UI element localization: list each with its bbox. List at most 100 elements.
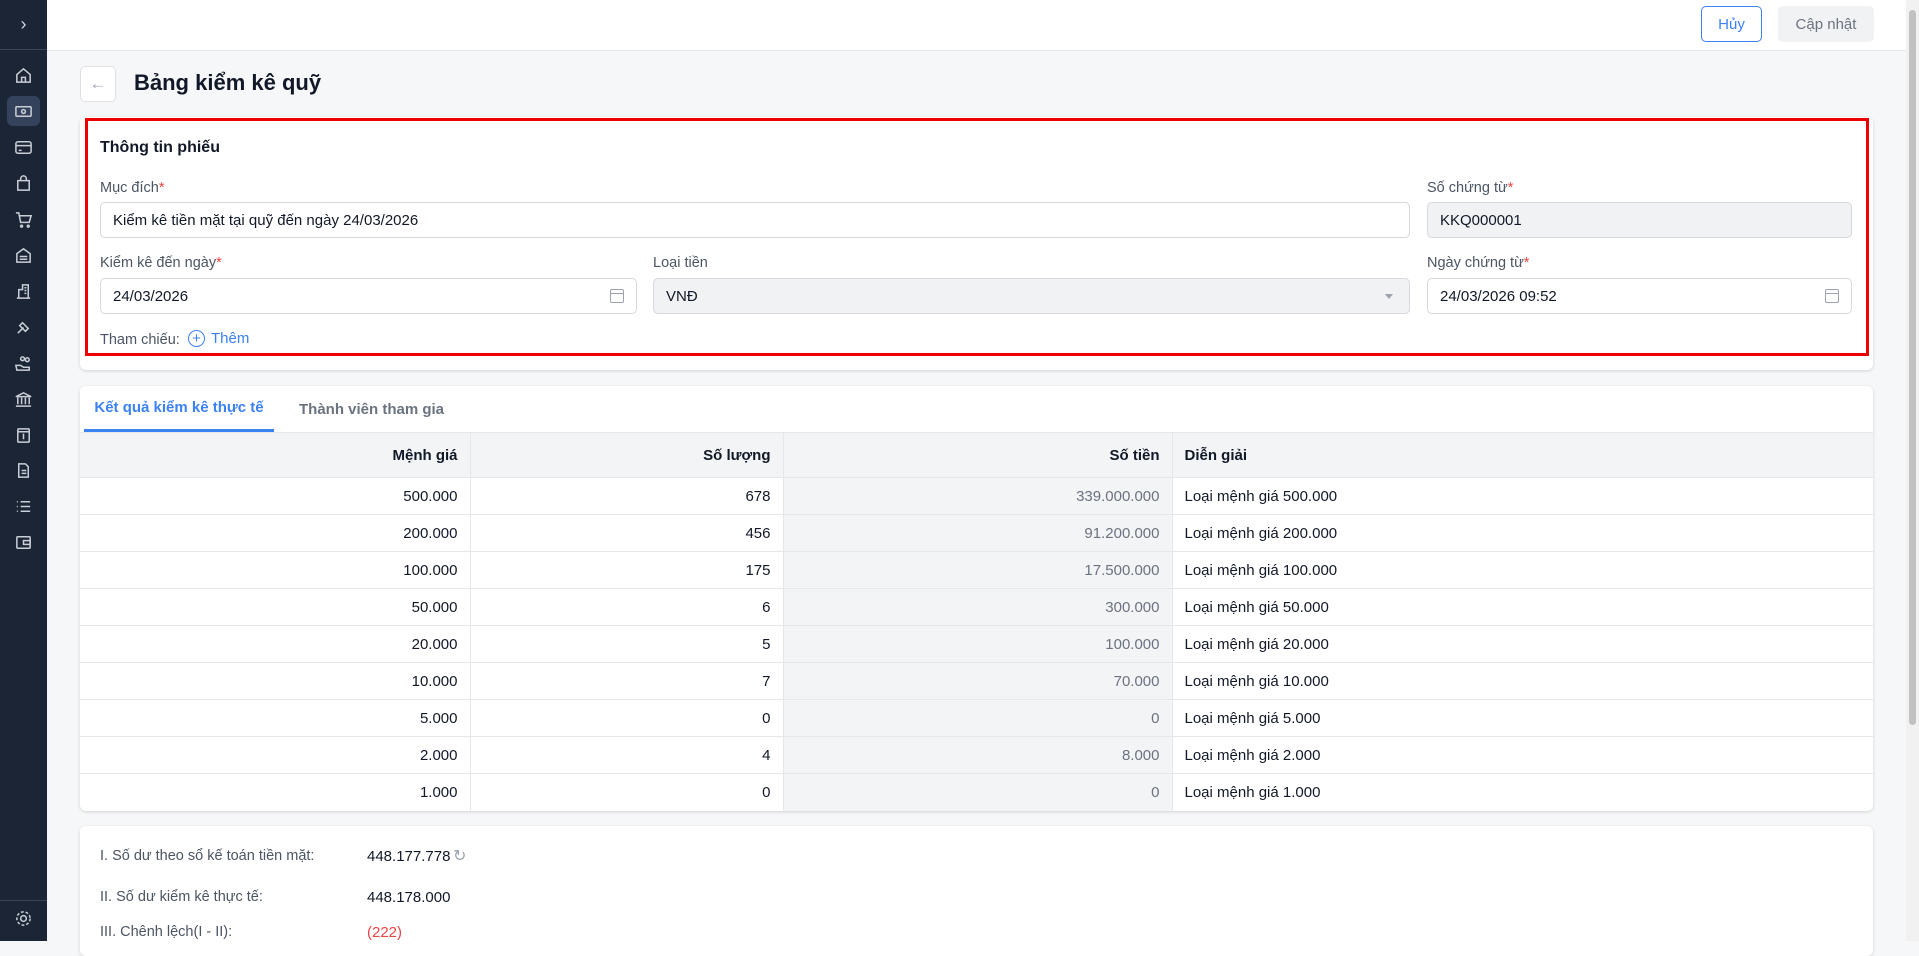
tab-members[interactable]: Thành viên tham gia — [299, 386, 444, 432]
description-cell[interactable]: Loại mệnh giá 10.000 — [1172, 662, 1873, 700]
settings-gear-icon[interactable] — [7, 903, 40, 933]
summary-card: I. Số dư theo sổ kế toán tiền mặt: 448.1… — [80, 826, 1873, 956]
reference-label: Tham chiếu: — [100, 332, 180, 348]
purpose-label: Mục đích* — [100, 180, 165, 196]
table-row: 50.000 6 300.000 Loại mệnh giá 50.000 — [80, 588, 1873, 626]
bank-icon[interactable] — [7, 384, 40, 414]
currency-label: Loại tiền — [653, 255, 708, 271]
page-scrollbar[interactable] — [1906, 0, 1919, 941]
voucher-date-label: Ngày chứng từ* — [1427, 255, 1530, 271]
currency-select[interactable]: VNĐ — [653, 278, 1410, 314]
amount-cell: 91.200.000 — [783, 514, 1173, 552]
voucher-no-label: Số chứng từ* — [1427, 180, 1514, 196]
description-cell[interactable]: Loại mệnh giá 20.000 — [1172, 625, 1873, 663]
invoice-dollar-icon[interactable] — [7, 420, 40, 450]
calendar-icon[interactable] — [1825, 289, 1839, 303]
amount-cell: 339.000.000 — [783, 477, 1173, 515]
hand-coins-icon[interactable] — [7, 348, 40, 378]
description-cell[interactable]: Loại mệnh giá 100.000 — [1172, 551, 1873, 589]
actual-balance-value: 448.178.000 — [367, 889, 451, 906]
cancel-button[interactable]: Hủy — [1701, 6, 1762, 42]
col-amount: Số tiền — [783, 432, 1173, 478]
refresh-icon[interactable]: ↻ — [453, 846, 466, 866]
description-cell[interactable]: Loại mệnh giá 200.000 — [1172, 514, 1873, 552]
add-reference-button[interactable]: + Thêm — [188, 330, 249, 347]
table-row: 200.000 456 91.200.000 Loại mệnh giá 200.00… — [80, 514, 1873, 552]
denomination-cell: 10.000 — [80, 662, 471, 700]
quantity-cell[interactable]: 5 — [470, 625, 784, 663]
denomination-table: Mệnh giá Số lượng Số tiền Diễn giải 500.… — [80, 432, 1873, 811]
denomination-cell: 20.000 — [80, 625, 471, 663]
book-balance-value: 448.177.778 — [367, 848, 451, 865]
table-row: 2.000 4 8.000 Loại mệnh giá 2.000 — [80, 736, 1873, 774]
voucher-date-input[interactable]: 24/03/2026 09:52 — [1427, 278, 1852, 314]
quantity-cell[interactable]: 0 — [470, 699, 784, 737]
back-button[interactable]: ← — [80, 66, 116, 102]
actual-balance-label: II. Số dư kiểm kê thực tế: — [100, 889, 263, 905]
count-date-input[interactable]: 24/03/2026 — [100, 278, 637, 314]
amount-cell: 70.000 — [783, 662, 1173, 700]
description-cell[interactable]: Loại mệnh giá 5.000 — [1172, 699, 1873, 737]
description-cell[interactable]: Loại mệnh giá 500.000 — [1172, 477, 1873, 515]
voucher-no-input: KKQ000001 — [1427, 202, 1852, 238]
chevron-right-icon: › — [20, 14, 27, 34]
table-row: 500.000 678 339.000.000 Loại mệnh giá 500.0… — [80, 477, 1873, 515]
wallet-icon[interactable] — [7, 527, 40, 557]
book-balance-label: I. Số dư theo sổ kế toán tiền mặt: — [100, 848, 315, 864]
quantity-cell[interactable]: 678 — [470, 477, 784, 515]
description-cell[interactable]: Loại mệnh giá 50.000 — [1172, 588, 1873, 626]
quantity-cell[interactable]: 6 — [470, 588, 784, 626]
col-denomination: Mệnh giá — [80, 432, 471, 478]
tools-icon[interactable] — [7, 312, 40, 342]
count-result-card: Kết quả kiểm kê thực tế Thành viên tham … — [80, 386, 1873, 811]
page-title: Bảng kiểm kê quỹ — [134, 70, 322, 95]
denomination-cell: 50.000 — [80, 588, 471, 626]
description-cell[interactable]: Loại mệnh giá 2.000 — [1172, 736, 1873, 774]
update-button[interactable]: Cập nhật — [1778, 6, 1874, 42]
list-icon[interactable] — [7, 491, 40, 521]
document-icon[interactable] — [7, 455, 40, 485]
amount-cell: 300.000 — [783, 588, 1173, 626]
table-row: 100.000 175 17.500.000 Loại mệnh giá 100.00… — [80, 551, 1873, 589]
denomination-cell: 2.000 — [80, 736, 471, 774]
tab-count-result[interactable]: Kết quả kiểm kê thực tế — [84, 386, 274, 432]
quantity-cell[interactable]: 456 — [470, 514, 784, 552]
table-row: 1.000 0 0 Loại mệnh giá 1.000 — [80, 773, 1873, 811]
sidebar: › — [0, 0, 47, 941]
description-cell[interactable]: Loại mệnh giá 1.000 — [1172, 773, 1873, 811]
section-title: Thông tin phiếu — [100, 139, 220, 156]
expand-sidebar-button[interactable]: › — [0, 0, 47, 50]
quantity-cell[interactable]: 7 — [470, 662, 784, 700]
denomination-cell: 500.000 — [80, 477, 471, 515]
amount-cell: 17.500.000 — [783, 551, 1173, 589]
shopping-bag-icon[interactable] — [7, 168, 40, 198]
purpose-input[interactable]: Kiểm kê tiền mặt tại quỹ đến ngày 24/03/… — [100, 202, 1410, 238]
arrow-left-icon: ← — [89, 74, 107, 93]
amount-cell: 100.000 — [783, 625, 1173, 663]
quantity-cell[interactable]: 175 — [470, 551, 784, 589]
denomination-cell: 5.000 — [80, 699, 471, 737]
quantity-cell[interactable]: 0 — [470, 773, 784, 811]
home-icon[interactable] — [7, 60, 40, 90]
amount-cell: 8.000 — [783, 736, 1173, 774]
cart-icon[interactable] — [7, 204, 40, 234]
denomination-cell: 100.000 — [80, 551, 471, 589]
difference-label: III. Chênh lệch(I - II): — [100, 924, 233, 940]
table-row: 5.000 0 0 Loại mệnh giá 5.000 — [80, 699, 1873, 737]
tab-bar: Kết quả kiểm kê thực tế Thành viên tham … — [80, 386, 1873, 432]
difference-value: (222) — [367, 924, 403, 941]
amount-cell: 0 — [783, 773, 1173, 811]
table-row: 10.000 7 70.000 Loại mệnh giá 10.000 — [80, 662, 1873, 700]
amount-cell: 0 — [783, 699, 1173, 737]
col-quantity: Số lượng — [470, 432, 784, 478]
warehouse-icon[interactable] — [7, 240, 40, 270]
building-icon[interactable] — [7, 276, 40, 306]
calendar-icon[interactable] — [610, 289, 624, 303]
top-header: Hủy Cập nhật — [47, 0, 1906, 51]
denomination-cell: 200.000 — [80, 514, 471, 552]
table-row: 20.000 5 100.000 Loại mệnh giá 20.000 — [80, 625, 1873, 663]
card-icon[interactable] — [7, 132, 40, 162]
quantity-cell[interactable]: 4 — [470, 736, 784, 774]
cash-icon[interactable] — [7, 96, 40, 126]
caret-down-icon — [1385, 294, 1393, 299]
